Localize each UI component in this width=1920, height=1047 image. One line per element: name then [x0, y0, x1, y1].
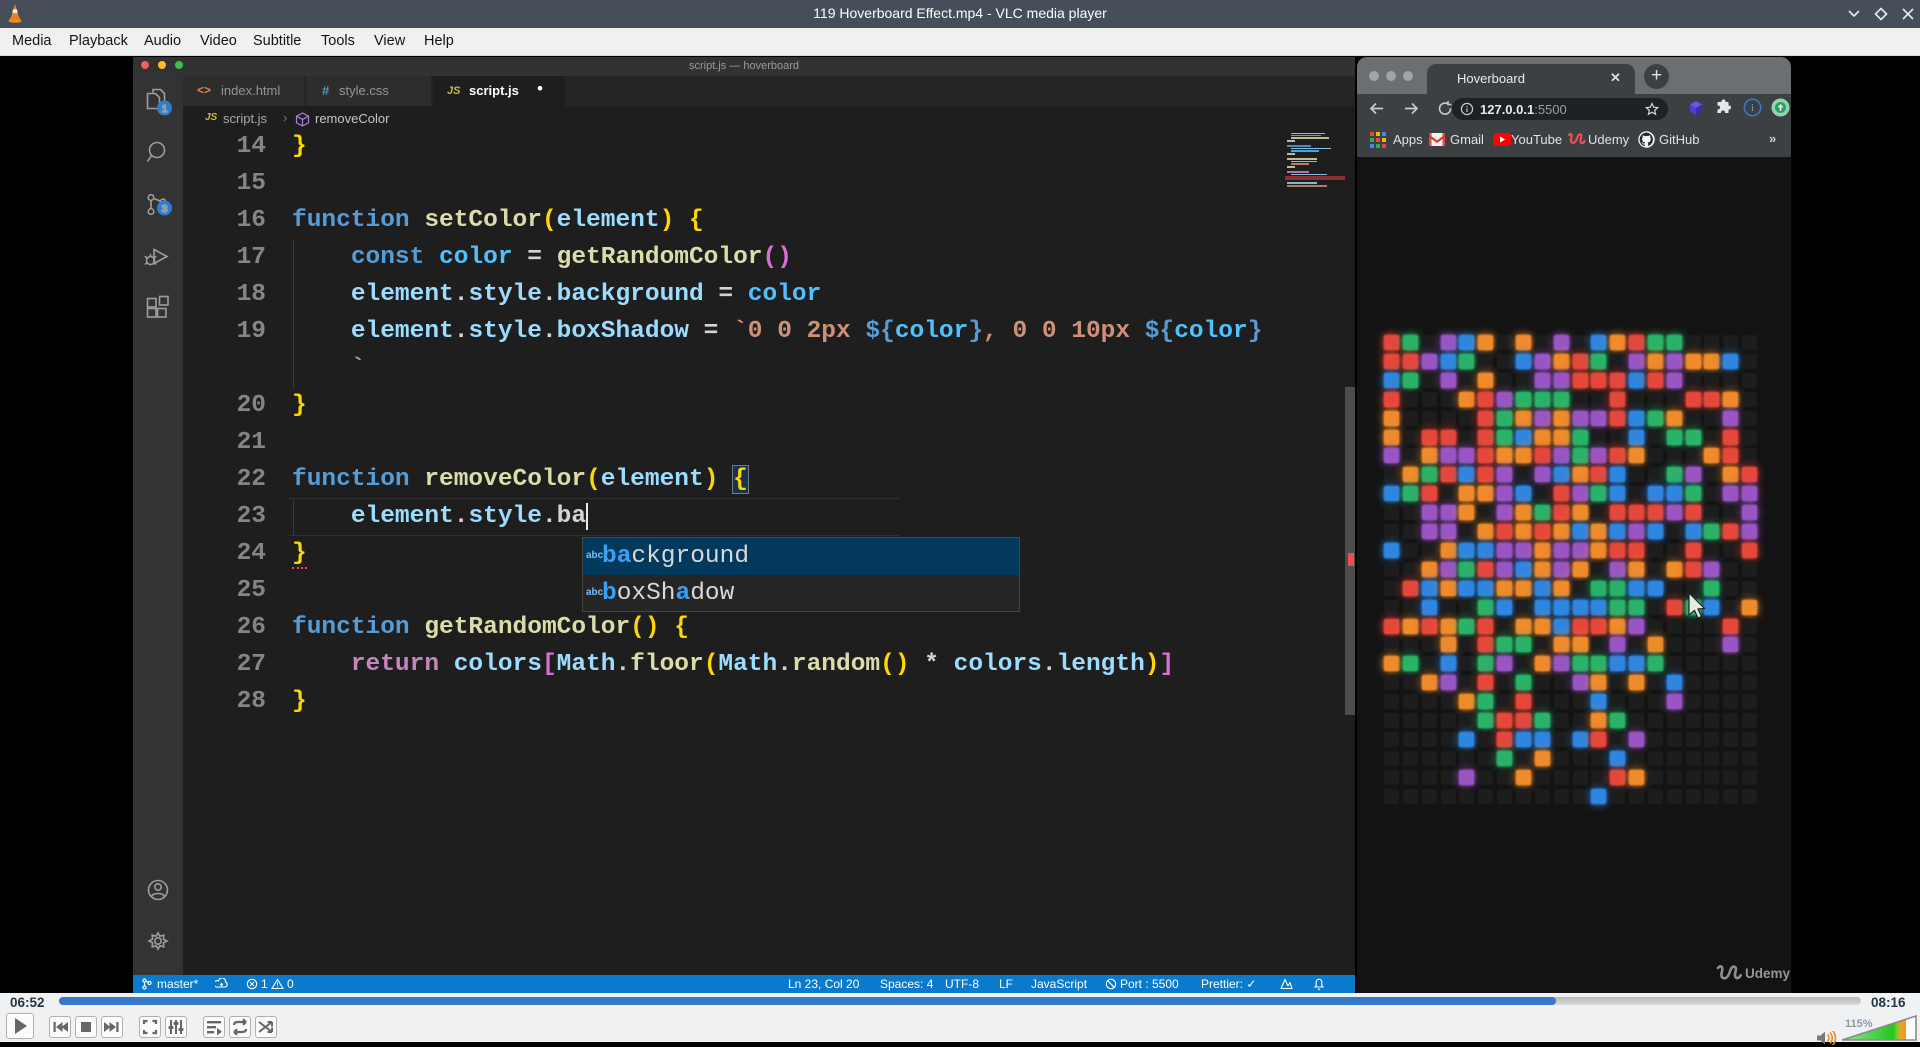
svg-text:Udemy: Udemy	[1745, 966, 1791, 981]
svg-text:1: 1	[162, 103, 168, 115]
svg-text:3: 3	[162, 203, 168, 215]
svg-text:i: i	[1751, 103, 1754, 114]
